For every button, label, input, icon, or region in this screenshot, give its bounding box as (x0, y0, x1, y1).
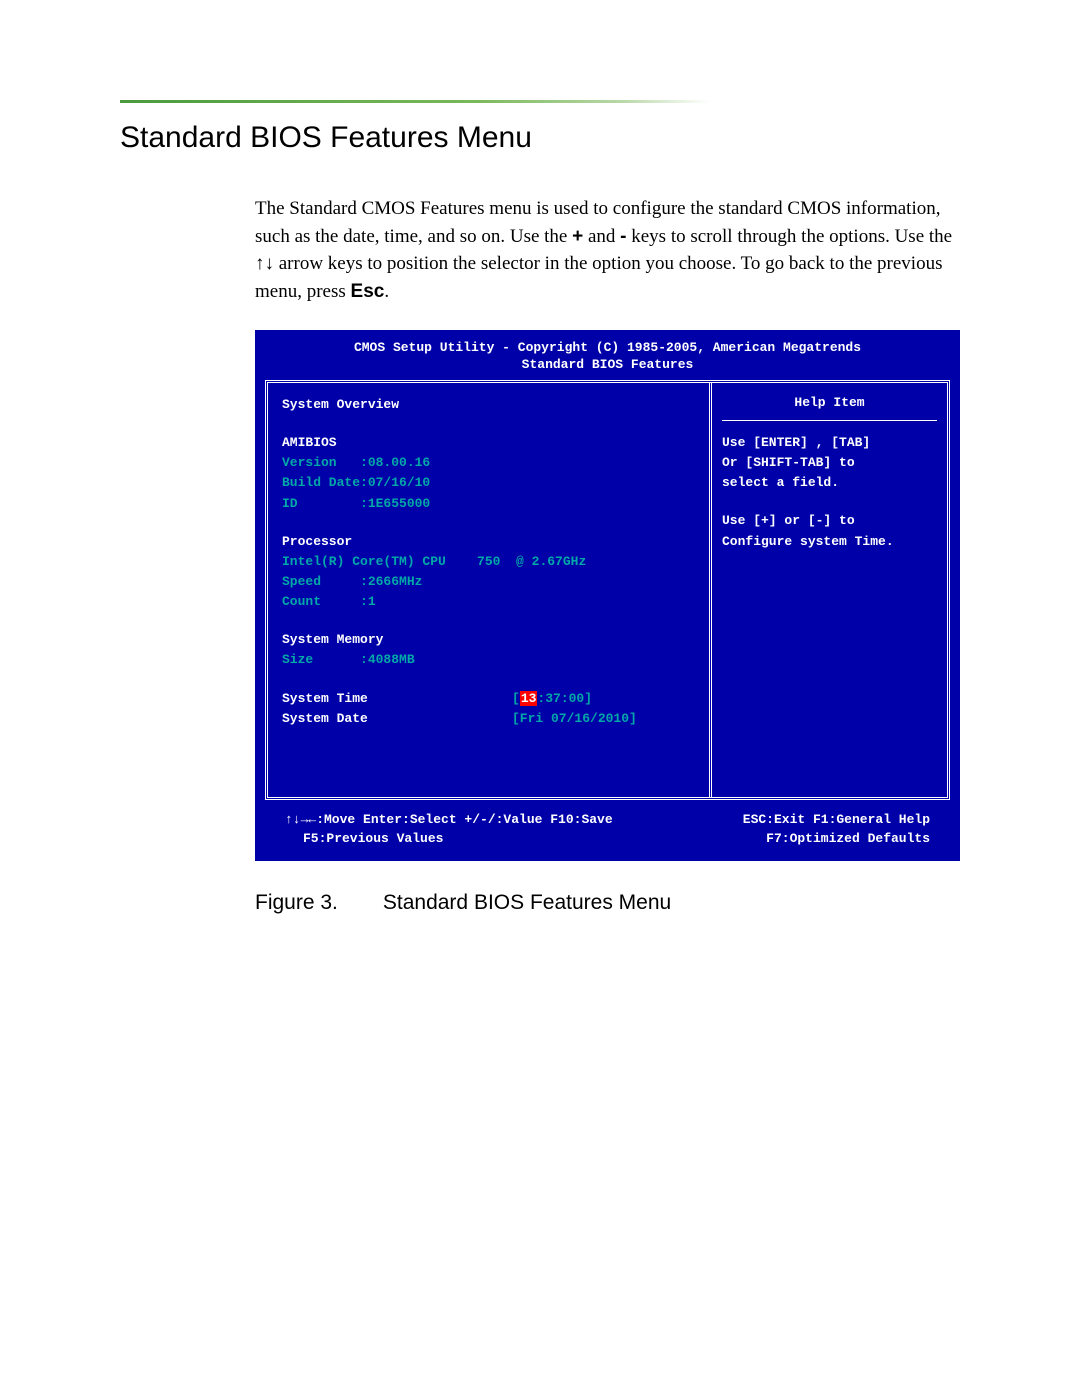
count-value: 1 (368, 594, 376, 609)
bios-frame: System Overview AMIBIOS Version :08.00.1… (265, 380, 950, 800)
cpu-name-value: 750 @ 2.67GHz (446, 554, 586, 569)
footer-row2-left: F5:Previous Values (285, 829, 766, 849)
figure-caption: Figure 3. Standard BIOS Features Menu (255, 891, 960, 915)
esc-key: Esc (351, 281, 385, 302)
version-row: Version :08.00.16 (282, 453, 695, 473)
cpu-name-label: Intel(R) Core(TM) CPU (282, 554, 446, 569)
memory-size-row: Size :4088MB (282, 650, 695, 670)
speed-label: Speed : (282, 574, 368, 589)
bios-screen: CMOS Setup Utility - Copyright (C) 1985-… (255, 330, 960, 861)
footer-row1-left: ↑↓→←:Move Enter:Select +/-/:Value F10:Sa… (285, 810, 743, 830)
build-label: Build Date: (282, 475, 368, 490)
count-row: Count :1 (282, 592, 695, 612)
system-overview-label: System Overview (282, 395, 695, 415)
system-time-hour[interactable]: 13 (520, 691, 538, 706)
system-memory-label: System Memory (282, 630, 695, 650)
system-date-label: System Date (282, 709, 512, 729)
version-label: Version : (282, 455, 368, 470)
body-text-part: . (384, 281, 389, 302)
size-label: Size : (282, 652, 368, 667)
system-time-rest: :37:00] (537, 691, 592, 706)
bios-header: CMOS Setup Utility - Copyright (C) 1985-… (265, 338, 950, 380)
arrow-keys: ↑↓ (255, 253, 274, 274)
help-item-header: Help Item (722, 395, 937, 421)
help-line1: Use [ENTER] , [TAB] (722, 433, 937, 453)
system-time-row[interactable]: System Time [13:37:00] (282, 689, 695, 709)
spacer (722, 493, 937, 511)
processor-label: Processor (282, 532, 695, 552)
figure-label: Figure 3. (255, 891, 338, 915)
size-value: 4088MB (368, 652, 415, 667)
count-label: Count : (282, 594, 368, 609)
section-heading: Standard BIOS Features Menu (120, 121, 960, 155)
help-line3: select a field. (722, 473, 937, 493)
cpu-row: Intel(R) Core(TM) CPU 750 @ 2.67GHz (282, 552, 695, 572)
help-line2: Or [SHIFT-TAB] to (722, 453, 937, 473)
help-line4: Use [+] or [-] to (722, 511, 937, 531)
bios-title-line2: Standard BIOS Features (265, 357, 950, 374)
bios-left-panel: System Overview AMIBIOS Version :08.00.1… (268, 383, 712, 797)
system-date-row[interactable]: System Date [Fri 07/16/2010] (282, 709, 695, 729)
bios-title-line1: CMOS Setup Utility - Copyright (C) 1985-… (265, 340, 950, 357)
build-value: 07/16/10 (368, 475, 430, 490)
section-divider (120, 100, 710, 103)
figure-title: Standard BIOS Features Menu (383, 891, 671, 914)
build-date-row: Build Date:07/16/10 (282, 473, 695, 493)
id-row: ID :1E655000 (282, 494, 695, 514)
version-value: 08.00.16 (368, 455, 430, 470)
footer-row2-right: F7:Optimized Defaults (766, 829, 930, 849)
body-paragraph: The Standard CMOS Features menu is used … (255, 195, 955, 305)
id-label: ID : (282, 496, 368, 511)
plus-key: + (572, 226, 583, 247)
system-time-label: System Time (282, 689, 512, 709)
footer-row1-right: ESC:Exit F1:General Help (743, 810, 930, 830)
amibios-label: AMIBIOS (282, 433, 695, 453)
system-date-value[interactable]: [Fri 07/16/2010] (512, 709, 637, 729)
system-time-value[interactable]: [13:37:00] (512, 689, 592, 709)
speed-value: 2666MHz (368, 574, 423, 589)
help-line5: Configure system Time. (722, 532, 937, 552)
bios-footer: ↑↓→←:Move Enter:Select +/-/:Value F10:Sa… (265, 800, 950, 853)
id-value: 1E655000 (368, 496, 430, 511)
speed-row: Speed :2666MHz (282, 572, 695, 592)
body-text-part: and (583, 226, 620, 247)
bios-right-panel: Help Item Use [ENTER] , [TAB] Or [SHIFT-… (712, 383, 947, 797)
body-text-part: keys to scroll through the options. Use … (627, 226, 953, 247)
